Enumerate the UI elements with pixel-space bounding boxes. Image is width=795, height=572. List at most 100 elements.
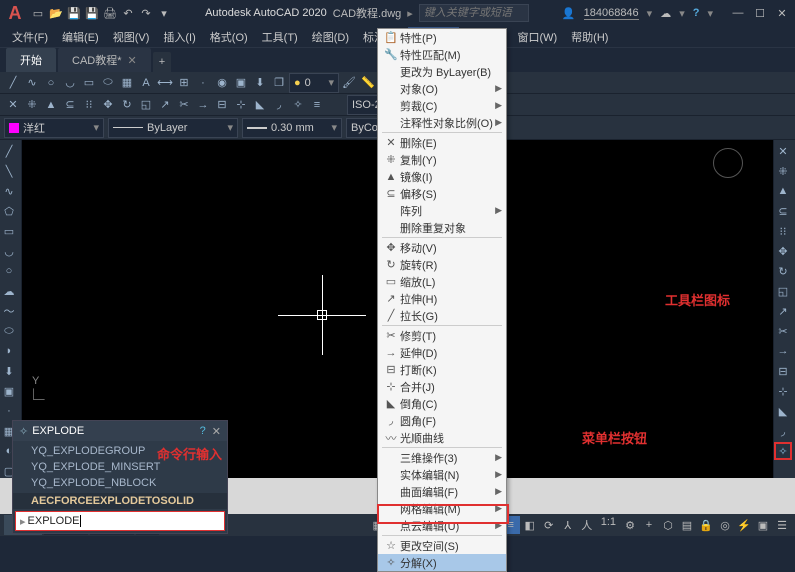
menu-item[interactable]: ☆更改空间(S) bbox=[378, 537, 506, 554]
menu-item[interactable]: ⊹合并(J) bbox=[378, 378, 506, 395]
layer-state-combo[interactable]: ● 0 ▾ bbox=[289, 73, 339, 93]
cmd-option[interactable]: YQ_EXPLODE_MINSERT bbox=[13, 459, 227, 475]
menu-tools[interactable]: 工具(T) bbox=[256, 27, 304, 47]
menu-item[interactable]: ▭缩放(L) bbox=[378, 273, 506, 290]
r-move-icon[interactable]: ✥ bbox=[774, 242, 792, 260]
break-icon[interactable]: ⊟ bbox=[213, 96, 231, 114]
command-input[interactable]: ▸ EXPLODE bbox=[15, 511, 225, 531]
tab-doc[interactable]: CAD教程*✕ bbox=[58, 48, 151, 72]
cycling-icon[interactable]: ⟳ bbox=[540, 516, 558, 534]
circle-tool-icon[interactable]: ○ bbox=[0, 262, 18, 280]
cleanscreen-icon[interactable]: ▣ bbox=[754, 516, 772, 534]
r-offset-icon[interactable]: ⊆ bbox=[774, 202, 792, 220]
isolate-icon[interactable]: ◎ bbox=[716, 516, 734, 534]
cmd-option-highlight[interactable]: AECFORCEEXPLODETOSOLID bbox=[13, 493, 227, 509]
arc-tool-icon[interactable]: ◡ bbox=[0, 242, 18, 260]
maximize-button[interactable]: ☐ bbox=[751, 5, 769, 21]
insert-icon[interactable]: ⬇ bbox=[251, 74, 269, 92]
point-tool-icon[interactable]: · bbox=[0, 402, 18, 420]
r-mirror-icon[interactable]: ▲ bbox=[774, 182, 792, 200]
hardware-icon[interactable]: ⚡ bbox=[735, 516, 753, 534]
custom-icon[interactable]: ☰ bbox=[773, 516, 791, 534]
rect-tool-icon[interactable]: ▭ bbox=[0, 222, 18, 240]
polygon-tool-icon[interactable]: ⬠ bbox=[0, 202, 18, 220]
insertblock-tool-icon[interactable]: ⬇ bbox=[0, 362, 18, 380]
cmd-option[interactable]: YQ_EXPLODEGROUP bbox=[13, 443, 227, 459]
chamfer-icon[interactable]: ◣ bbox=[251, 96, 269, 114]
cmd-option[interactable]: YQ_EXPLODE_NBLOCK bbox=[13, 475, 227, 491]
menu-item[interactable]: 🔧特性匹配(M) bbox=[378, 46, 506, 63]
menu-item[interactable]: 更改为 ByLayer(B) bbox=[378, 63, 506, 80]
layer-icon[interactable]: ❐ bbox=[270, 74, 288, 92]
menu-help[interactable]: 帮助(H) bbox=[565, 27, 614, 47]
menu-edit[interactable]: 编辑(E) bbox=[56, 27, 105, 47]
menu-item[interactable]: ◞圆角(F) bbox=[378, 412, 506, 429]
rect-icon[interactable]: ▭ bbox=[80, 74, 98, 92]
linetype-combo[interactable]: ByLayer ▾ bbox=[108, 118, 238, 138]
table-icon[interactable]: ⊞ bbox=[175, 74, 193, 92]
match-icon[interactable]: 🖌 bbox=[340, 74, 358, 92]
menu-item[interactable]: 删除重复对象 bbox=[378, 219, 506, 236]
lock-icon[interactable]: 🔒 bbox=[697, 516, 715, 534]
user-id[interactable]: 184068846 bbox=[584, 7, 639, 20]
menu-item[interactable]: ✧分解(X) bbox=[378, 554, 506, 571]
r-copy-icon[interactable]: ⁜ bbox=[774, 162, 792, 180]
xline-tool-icon[interactable]: ╲ bbox=[0, 162, 18, 180]
cmd-help-icon[interactable]: ? bbox=[200, 425, 206, 437]
redo-icon[interactable]: ↷ bbox=[138, 5, 154, 21]
spline-tool-icon[interactable]: 〜 bbox=[0, 302, 18, 320]
menu-item[interactable]: ↗拉伸(H) bbox=[378, 290, 506, 307]
line-tool-icon[interactable]: ╱ bbox=[0, 142, 18, 160]
array-icon[interactable]: ⁝⁝ bbox=[80, 96, 98, 114]
menu-item[interactable]: 对象(O)▶ bbox=[378, 80, 506, 97]
cmd-title[interactable]: EXPLODE bbox=[32, 425, 84, 437]
menu-item[interactable]: ▲镜像(I) bbox=[378, 168, 506, 185]
lineweight-combo[interactable]: 0.30 mm ▾ bbox=[242, 118, 342, 138]
measure-icon[interactable]: 📏 bbox=[359, 74, 377, 92]
menu-item[interactable]: 三维操作(3)▶ bbox=[378, 449, 506, 466]
revcloud-tool-icon[interactable]: ☁ bbox=[0, 282, 18, 300]
menu-item[interactable]: ⁜复制(Y) bbox=[378, 151, 506, 168]
menu-item[interactable]: →延伸(D) bbox=[378, 344, 506, 361]
fillet-icon[interactable]: ◞ bbox=[270, 96, 288, 114]
close-icon[interactable]: ✕ bbox=[128, 54, 137, 67]
open-icon[interactable]: 📂 bbox=[48, 5, 64, 21]
r-fillet-icon[interactable]: ◞ bbox=[774, 422, 792, 440]
join-icon[interactable]: ⊹ bbox=[232, 96, 250, 114]
r-stretch-icon[interactable]: ↗ bbox=[774, 302, 792, 320]
r-array-icon[interactable]: ⁝⁝ bbox=[774, 222, 792, 240]
close-button[interactable]: ✕ bbox=[773, 5, 791, 21]
menu-item[interactable]: ╱拉长(G) bbox=[378, 307, 506, 324]
menu-item[interactable]: 📋特性(P) bbox=[378, 29, 506, 46]
arc-icon[interactable]: ◡ bbox=[61, 74, 79, 92]
r-extend-icon[interactable]: → bbox=[774, 342, 792, 360]
new-tab-button[interactable]: + bbox=[153, 52, 171, 72]
ellipse-icon[interactable]: ⬭ bbox=[99, 74, 117, 92]
explode-icon[interactable]: ✧ bbox=[289, 96, 307, 114]
r-scale-icon[interactable]: ◱ bbox=[774, 282, 792, 300]
menu-file[interactable]: 文件(F) bbox=[6, 27, 54, 47]
annomonitor-icon[interactable]: + bbox=[640, 516, 658, 534]
menu-insert[interactable]: 插入(I) bbox=[157, 27, 201, 47]
menu-item[interactable]: 点云编辑(U)▶ bbox=[378, 517, 506, 534]
hatch-icon[interactable]: ▦ bbox=[118, 74, 136, 92]
help-icon[interactable]: ? bbox=[693, 7, 700, 19]
color-combo[interactable]: 洋红 ▾ bbox=[4, 118, 104, 138]
menu-item[interactable]: 曲面编辑(F)▶ bbox=[378, 483, 506, 500]
menu-item[interactable]: ✕删除(E) bbox=[378, 134, 506, 151]
minimize-button[interactable]: — bbox=[729, 5, 747, 21]
units-icon[interactable]: ⬡ bbox=[659, 516, 677, 534]
scale-icon[interactable]: ◱ bbox=[137, 96, 155, 114]
r-join-icon[interactable]: ⊹ bbox=[774, 382, 792, 400]
rotate-icon[interactable]: ↻ bbox=[118, 96, 136, 114]
pline-tool-icon[interactable]: ∿ bbox=[0, 182, 18, 200]
r-explode-icon[interactable]: ✧ bbox=[774, 442, 792, 460]
menu-item[interactable]: ✥移动(V) bbox=[378, 239, 506, 256]
offset-icon[interactable]: ⊆ bbox=[61, 96, 79, 114]
save-icon[interactable]: 💾 bbox=[66, 5, 82, 21]
r-trim-icon[interactable]: ✂ bbox=[774, 322, 792, 340]
erase-icon[interactable]: ✕ bbox=[4, 96, 22, 114]
menu-item[interactable]: 注释性对象比例(O)▶ bbox=[378, 114, 506, 131]
stretch-icon[interactable]: ↗ bbox=[156, 96, 174, 114]
trim-icon[interactable]: ✂ bbox=[175, 96, 193, 114]
